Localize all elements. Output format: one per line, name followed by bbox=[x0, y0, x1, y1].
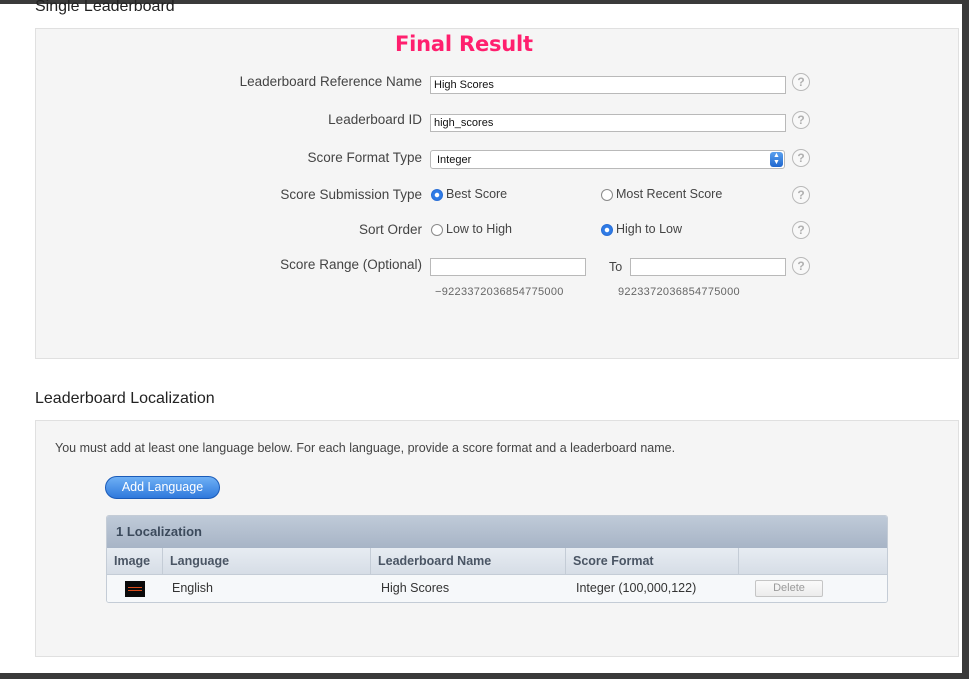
column-header-image: Image bbox=[107, 548, 163, 574]
select-arrows-icon: ▲ ▼ bbox=[770, 152, 783, 167]
leaderboard-id-input[interactable]: high_scores bbox=[430, 114, 786, 132]
final-result-annotation: Final Result bbox=[395, 32, 533, 56]
best-score-label: Best Score bbox=[446, 187, 508, 201]
window-frame-right bbox=[962, 0, 969, 679]
score-range-max-note: 9223372036854775000 bbox=[618, 286, 740, 298]
table-header-row: Image Language Leaderboard Name Score Fo… bbox=[107, 548, 887, 575]
window-frame-bottom bbox=[0, 673, 969, 679]
score-range-label: Score Range (Optional) bbox=[280, 257, 422, 272]
row-score-format: Integer (100,000,122) bbox=[576, 581, 697, 595]
score-format-help-icon[interactable]: ? bbox=[792, 149, 810, 167]
leaderboard-id-label: Leaderboard ID bbox=[328, 112, 422, 127]
submission-type-label: Score Submission Type bbox=[280, 187, 422, 202]
add-language-button[interactable]: Add Language bbox=[105, 476, 220, 499]
column-header-score-format: Score Format bbox=[566, 548, 739, 574]
row-language: English bbox=[172, 581, 213, 595]
single-leaderboard-heading: Single Leaderboard bbox=[35, 0, 175, 15]
sort-order-label: Sort Order bbox=[358, 222, 422, 237]
score-format-selected-value: Integer bbox=[437, 154, 472, 166]
score-range-to-label: To bbox=[609, 260, 623, 274]
reference-name-input[interactable]: High Scores bbox=[430, 76, 786, 94]
most-recent-score-label: Most Recent Score bbox=[616, 187, 723, 201]
row-leaderboard-name: High Scores bbox=[381, 581, 450, 595]
score-range-max-input[interactable] bbox=[630, 258, 786, 276]
reference-name-label: Leaderboard Reference Name bbox=[239, 74, 422, 89]
most-recent-score-radio[interactable] bbox=[601, 189, 613, 201]
score-range-min-note: −9223372036854775000 bbox=[435, 286, 564, 298]
localization-heading: Leaderboard Localization bbox=[35, 390, 215, 407]
column-header-leaderboard-name: Leaderboard Name bbox=[371, 548, 566, 574]
table-row[interactable]: English High Scores Integer (100,000,122… bbox=[107, 575, 887, 602]
column-header-language: Language bbox=[163, 548, 371, 574]
column-header-actions bbox=[739, 548, 887, 574]
score-format-select[interactable]: Integer ▲ ▼ bbox=[430, 150, 785, 169]
localization-table: 1 Localization Image Language Leaderboar… bbox=[106, 515, 888, 603]
score-range-help-icon[interactable]: ? bbox=[792, 257, 810, 275]
high-to-low-label: High to Low bbox=[616, 222, 683, 236]
score-format-label: Score Format Type bbox=[307, 150, 422, 165]
submission-type-help-icon[interactable]: ? bbox=[792, 186, 810, 204]
high-to-low-radio[interactable] bbox=[601, 224, 613, 236]
low-to-high-radio[interactable] bbox=[431, 224, 443, 236]
low-to-high-label: Low to High bbox=[446, 222, 513, 236]
delete-button[interactable]: Delete bbox=[755, 580, 823, 597]
reference-name-help-icon[interactable]: ? bbox=[792, 73, 810, 91]
leaderboard-image-thumbnail bbox=[125, 581, 145, 597]
sort-order-help-icon[interactable]: ? bbox=[792, 221, 810, 239]
leaderboard-id-help-icon[interactable]: ? bbox=[792, 111, 810, 129]
localization-info-text: You must add at least one language below… bbox=[55, 441, 676, 455]
score-range-min-input[interactable] bbox=[430, 258, 586, 276]
localization-table-title: 1 Localization bbox=[107, 516, 887, 548]
best-score-radio[interactable] bbox=[431, 189, 443, 201]
